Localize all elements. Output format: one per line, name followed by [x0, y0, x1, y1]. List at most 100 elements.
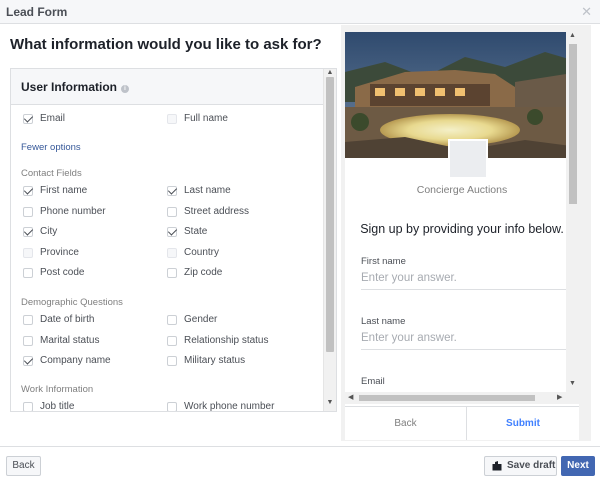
preview-submit-button[interactable]: Submit [467, 407, 579, 440]
checkbox-box[interactable] [23, 113, 33, 124]
checkbox-label: Company name [40, 355, 111, 366]
company-name: Concierge Auctions [416, 184, 508, 196]
checkbox-box[interactable] [23, 401, 33, 411]
page-title: What information would you like to ask f… [10, 36, 322, 53]
checkbox-box[interactable] [167, 185, 177, 196]
checkbox-box[interactable] [23, 206, 33, 217]
checkbox-box[interactable] [23, 355, 33, 366]
checkbox-box[interactable] [167, 314, 177, 325]
email-checkbox[interactable]: Email [23, 113, 65, 124]
gender-checkbox[interactable]: Gender [167, 314, 217, 325]
last-name-input[interactable]: Enter your answer. [361, 328, 572, 350]
checkbox-label: Full name [184, 113, 228, 124]
fewer-options-link[interactable]: Fewer options [21, 142, 81, 153]
work-phone-number-checkbox[interactable]: Work phone number [167, 401, 274, 411]
contact-fields-label: Contact Fields [21, 168, 82, 179]
scrollbar-thumb[interactable] [326, 77, 334, 352]
checkbox-label: Marital status [40, 335, 100, 346]
checkbox-label: Job title [40, 401, 75, 412]
company-name-checkbox[interactable]: Company name [23, 355, 111, 366]
state-checkbox[interactable]: State [167, 226, 207, 237]
checkbox-label: Street address [184, 206, 250, 217]
field-options-panel: User Information i Email Full name Fewer … [10, 68, 337, 412]
checkbox-box[interactable] [167, 226, 177, 237]
scrollbar-thumb[interactable] [569, 44, 577, 204]
save-draft-button[interactable]: Save draft [484, 456, 557, 476]
checkbox-label: State [184, 226, 208, 237]
save-draft-icon [492, 461, 502, 471]
scroll-up-icon[interactable]: ▲ [324, 69, 336, 76]
preview-horizontal-scrollbar[interactable]: ◀ ▶ [345, 392, 579, 404]
checkbox-label: Military status [184, 355, 246, 366]
checkbox-box[interactable] [167, 247, 177, 258]
last-name-label: Last name [361, 316, 406, 327]
full-name-checkbox[interactable]: Full name [167, 113, 228, 124]
intro-text: Sign up by providing your info below. [360, 222, 564, 236]
checkbox-box[interactable] [23, 247, 33, 258]
checkbox-label: Phone number [40, 206, 106, 217]
first-name-input[interactable]: Enter your answer. [361, 268, 572, 290]
scroll-up-icon[interactable]: ▲ [566, 32, 579, 39]
checkbox-box[interactable] [167, 113, 177, 124]
back-button[interactable]: Back [6, 456, 41, 476]
save-draft-label: Save draft [507, 460, 556, 471]
checkbox-box[interactable] [167, 335, 177, 346]
scroll-left-icon[interactable]: ◀ [348, 392, 353, 404]
email-label: Email [361, 376, 385, 387]
window-title: Lead Form [6, 5, 68, 19]
checkbox-box[interactable] [23, 267, 33, 278]
preview-scrollbar[interactable]: ▲ ▼ [566, 32, 579, 392]
phone-number-checkbox[interactable]: Phone number [23, 206, 106, 217]
title-bar: Lead Form ✕ [0, 0, 600, 24]
checkbox-box[interactable] [167, 206, 177, 217]
street-address-checkbox[interactable]: Street address [167, 206, 249, 217]
job-title-checkbox[interactable]: Job title [23, 401, 75, 412]
checkbox-label: City [40, 226, 58, 237]
user-info-header: User Information i [11, 69, 324, 105]
user-info-title: User Information i [21, 80, 130, 94]
demographic-questions-label: Demographic Questions [21, 297, 123, 308]
relationship-status-checkbox[interactable]: Relationship status [167, 335, 269, 346]
city-checkbox[interactable]: City [23, 226, 57, 237]
work-information-label: Work Information [21, 384, 94, 395]
checkbox-box[interactable] [23, 185, 33, 196]
checkbox-box[interactable] [23, 226, 33, 237]
footer-bar: Back Save draft Next [0, 446, 600, 483]
post-code-checkbox[interactable]: Post code [23, 267, 84, 278]
preview-back-button[interactable]: Back [345, 407, 467, 440]
military-status-checkbox[interactable]: Military status [167, 355, 245, 366]
marital-status-checkbox[interactable]: Marital status [23, 335, 99, 346]
options-scrollbar[interactable]: ▲ ▼ [323, 69, 336, 411]
checkbox-label: Date of birth [40, 314, 95, 325]
checkbox-label: Province [40, 247, 79, 258]
province-checkbox[interactable]: Province [23, 247, 79, 258]
country-checkbox[interactable]: Country [167, 247, 219, 258]
checkbox-label: Gender [184, 314, 218, 325]
scroll-right-icon[interactable]: ▶ [557, 392, 562, 404]
preview-frame: Concierge Auctions Sign up by providing … [345, 32, 579, 440]
next-button[interactable]: Next [561, 456, 595, 476]
checkbox-label: Zip code [184, 267, 223, 278]
preview-footer: Back Submit [345, 406, 579, 440]
first-name-checkbox[interactable]: First name [23, 185, 87, 196]
info-icon[interactable]: i [121, 85, 130, 93]
checkbox-box[interactable] [167, 401, 177, 411]
checkbox-label: Last name [184, 185, 231, 196]
zip-code-checkbox[interactable]: Zip code [167, 267, 222, 278]
checkbox-box[interactable] [23, 335, 33, 346]
checkbox-box[interactable] [23, 314, 33, 325]
date-of-birth-checkbox[interactable]: Date of birth [23, 314, 94, 325]
checkbox-label: Relationship status [184, 335, 269, 346]
last-name-checkbox[interactable]: Last name [167, 185, 231, 196]
checkbox-label: First name [40, 185, 88, 196]
scrollbar-thumb[interactable] [359, 395, 535, 401]
checkbox-box[interactable] [167, 355, 177, 366]
lead-form-preview: Concierge Auctions Sign up by providing … [341, 25, 591, 441]
first-name-label: First name [361, 256, 406, 267]
checkbox-box[interactable] [167, 267, 177, 278]
checkbox-label: Post code [40, 267, 85, 278]
scroll-down-icon[interactable]: ▼ [566, 380, 579, 387]
close-icon[interactable]: ✕ [581, 4, 592, 20]
scroll-down-icon[interactable]: ▼ [324, 399, 336, 406]
company-logo [448, 139, 488, 179]
